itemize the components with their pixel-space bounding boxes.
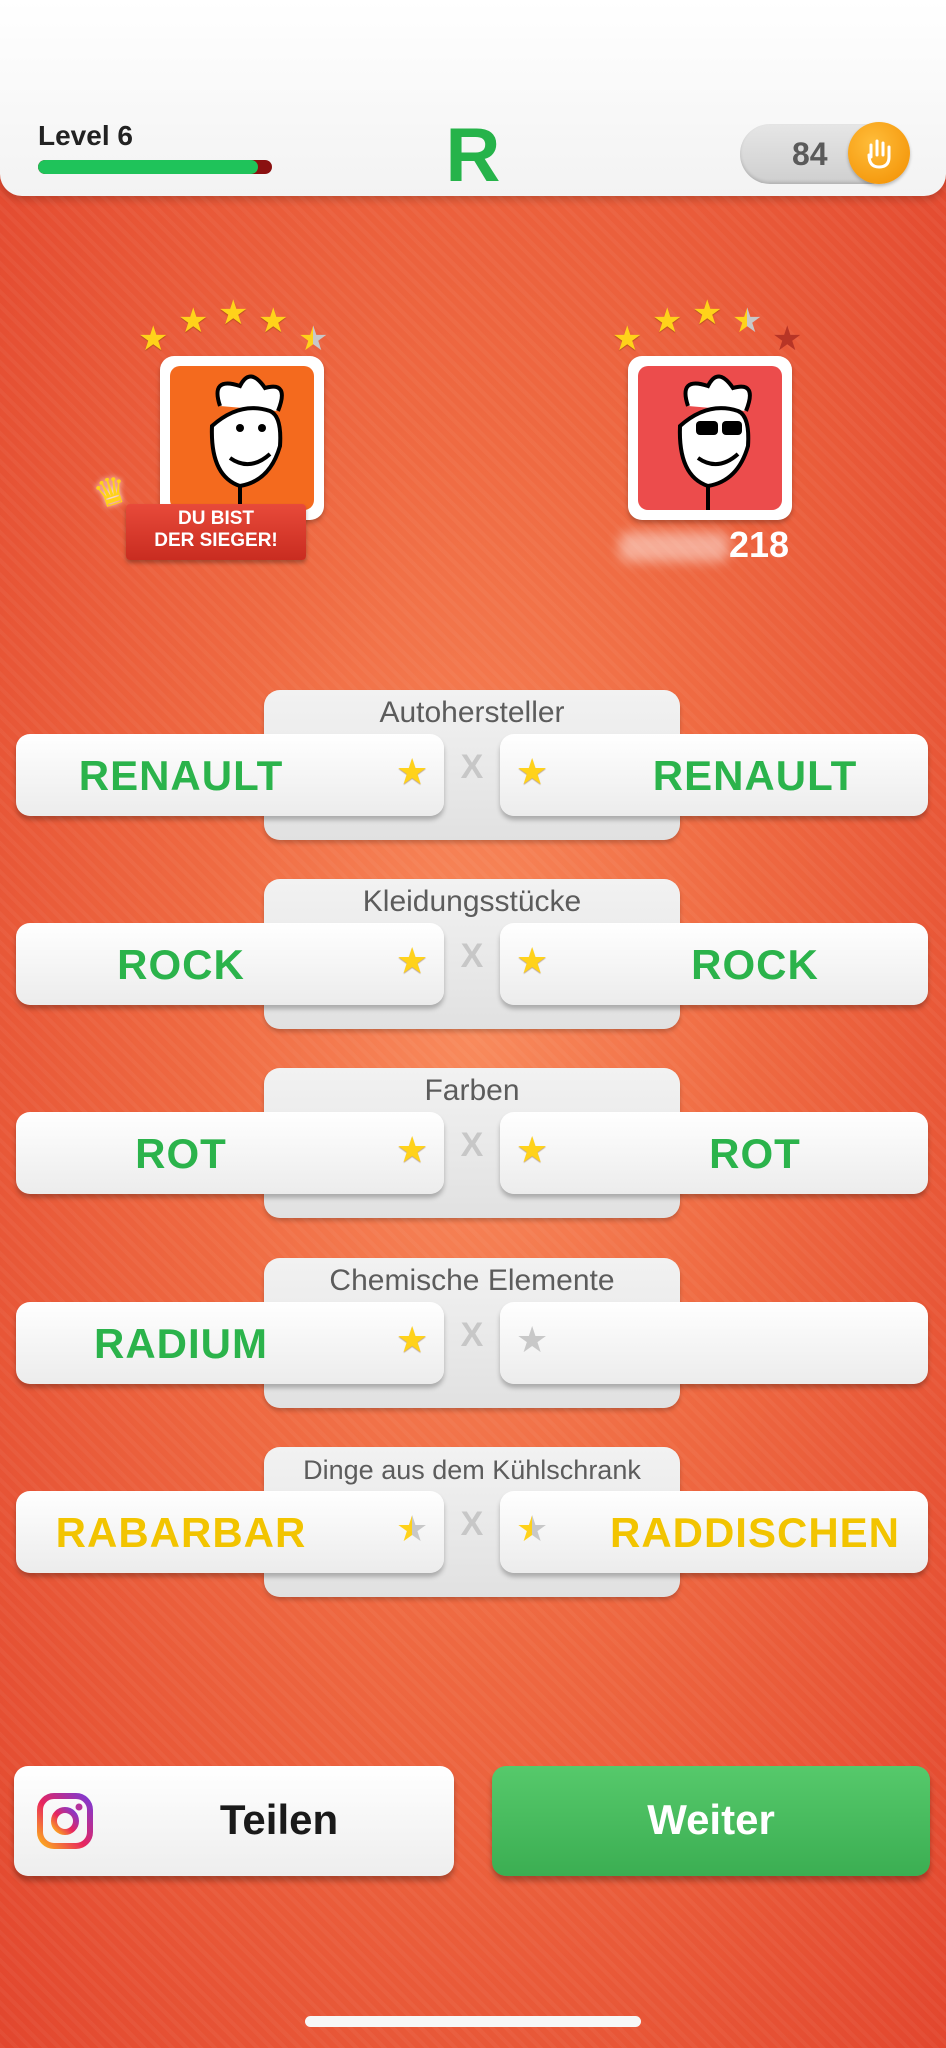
opponent-name: 218 (594, 524, 814, 566)
player-me-stars: ★ ★ ★ ★ ★ (130, 292, 330, 356)
star-icon: ★ (396, 1129, 429, 1170)
category-row: Dinge aus dem Kühlschrank RABARBAR ★ X ★… (16, 1447, 930, 1597)
cartoon-face-sunglasses-icon (677, 374, 752, 510)
opponent-answer: ★ RENAULT (500, 734, 928, 816)
star-icon: ★ (218, 294, 249, 332)
my-answer: RABARBAR ★ (16, 1491, 444, 1573)
top-bar: Level 6 R 84 (0, 0, 946, 198)
my-answer: ROT ★ (16, 1112, 444, 1194)
category-title: Dinge aus dem Kühlschrank (303, 1455, 641, 1485)
star-icon: ★ (516, 940, 549, 981)
category-row: Farben ROT ★ X ★ ROT (16, 1068, 930, 1218)
star-icon: ★ (138, 320, 169, 358)
next-button-label: Weiter (647, 1796, 775, 1843)
half-star-icon: ★ (298, 320, 329, 358)
half-star-icon: ★ (396, 1508, 429, 1549)
opponent-name-blurred (618, 532, 729, 563)
opponent-answer: ★ (500, 1302, 928, 1384)
star-icon: ★ (692, 294, 723, 332)
opponent-name-text: 218 (728, 524, 790, 565)
star-icon: ★ (612, 320, 643, 358)
category-title: Kleidungsstücke (362, 885, 582, 918)
my-answer: RADIUM ★ (16, 1302, 444, 1384)
star-icon: ★ (396, 751, 429, 792)
star-icon: ★ (258, 302, 289, 340)
category-row: Chemische Elemente RADIUM ★ X ★ (16, 1258, 930, 1408)
my-answer-text: RENAULT (78, 752, 284, 799)
half-star-icon: ★ (516, 1508, 549, 1549)
winner-banner: DU BIST DER SIEGER! (126, 504, 306, 560)
star-icon: ★ (516, 1129, 549, 1170)
vs-symbol: X (460, 1126, 484, 1164)
category-row: Kleidungsstücke ROCK ★ X ★ ROCK (16, 879, 930, 1029)
vs-symbol: X (460, 1505, 484, 1543)
opponent-answer-text: RADDISCHEN (609, 1509, 900, 1556)
category-row: Autohersteller RENAULT ★ X ★ RENAULT (16, 690, 930, 840)
opponent-answer-text: ROT (709, 1130, 801, 1177)
my-answer-text: ROT (135, 1130, 227, 1177)
opponent-answer: ★ ROCK (500, 923, 928, 1005)
my-answer-text: RADIUM (94, 1320, 268, 1367)
instagram-icon (37, 1793, 93, 1849)
empty-star-icon: ★ (772, 320, 803, 358)
player-opponent-avatar[interactable] (628, 356, 792, 520)
star-icon: ★ (652, 302, 683, 340)
share-button[interactable]: Teilen (14, 1766, 454, 1876)
player-opponent-stars: ★ ★ ★ ★ ★ (604, 292, 804, 356)
half-star-icon: ★ (732, 302, 763, 340)
player-me-avatar[interactable] (160, 356, 324, 520)
my-answer-text: RABARBAR (55, 1509, 307, 1556)
coin-hand-icon (848, 122, 910, 184)
coin-count: 84 (792, 136, 828, 172)
star-icon: ★ (396, 940, 429, 981)
my-answer: ROCK ★ (16, 923, 444, 1005)
cartoon-face-icon (209, 374, 284, 510)
opponent-answer: ★ RADDISCHEN (500, 1491, 928, 1573)
star-icon: ★ (178, 302, 209, 340)
category-title: Farben (424, 1074, 520, 1107)
vs-symbol: X (460, 748, 484, 786)
next-button[interactable]: Weiter (492, 1766, 930, 1876)
home-indicator[interactable] (305, 2016, 641, 2027)
vs-symbol: X (460, 1316, 484, 1354)
opponent-answer-text: ROCK (691, 941, 819, 988)
my-answer: RENAULT ★ (16, 734, 444, 816)
vs-symbol: X (460, 937, 484, 975)
my-answer-text: ROCK (117, 941, 245, 988)
coin-counter[interactable]: 84 (740, 122, 910, 184)
share-button-label: Teilen (219, 1796, 339, 1843)
star-icon: ★ (396, 1319, 429, 1360)
category-title: Autohersteller (379, 696, 565, 729)
empty-star-icon: ★ (516, 1319, 549, 1360)
opponent-answer-text: RENAULT (652, 752, 858, 799)
star-icon: ★ (516, 751, 549, 792)
opponent-answer: ★ ROT (500, 1112, 928, 1194)
category-title: Chemische Elemente (329, 1264, 615, 1297)
